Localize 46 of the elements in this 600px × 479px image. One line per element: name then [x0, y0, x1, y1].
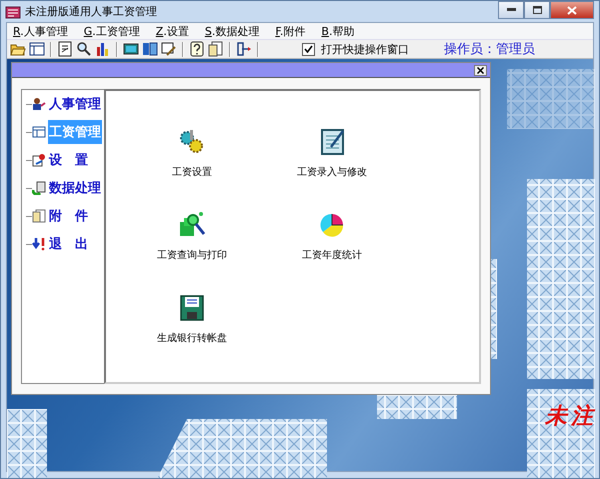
function-label[interactable]: 工资查询与打印 — [157, 248, 227, 262]
person-icon — [32, 97, 46, 111]
data-icon — [32, 181, 46, 195]
help-icon[interactable] — [189, 41, 205, 57]
form-icon[interactable] — [57, 41, 73, 57]
nav-item[interactable]: 数据处理 — [48, 176, 102, 200]
nav-item[interactable]: 附 件 — [48, 204, 89, 228]
nav-item[interactable]: 人事管理 — [48, 92, 102, 116]
function-label[interactable]: 生成银行转帐盘 — [157, 331, 227, 345]
unregistered-mark: 未注 — [545, 402, 597, 431]
panels-icon[interactable] — [142, 41, 158, 57]
table-icon — [32, 125, 46, 139]
window-title: 未注册版通用人事工资管理 — [25, 4, 158, 19]
menu-item[interactable]: Z.设置 — [156, 24, 189, 38]
document-icon — [32, 209, 46, 223]
menu-item[interactable]: F.附件 — [275, 24, 306, 38]
checkbox-label[interactable]: 打开快捷操作窗口 — [321, 42, 409, 56]
monitor-icon[interactable] — [123, 41, 139, 57]
edit-icon[interactable] — [161, 41, 177, 57]
menu-item[interactable]: G.工资管理 — [84, 24, 140, 38]
menu-item[interactable]: S.数据处理 — [204, 24, 260, 38]
function-label[interactable]: 工资设置 — [172, 165, 212, 179]
chart-icon[interactable] — [95, 41, 111, 57]
nav-item[interactable]: 设 置 — [48, 148, 89, 172]
function-label[interactable]: 工资年度统计 — [302, 248, 362, 262]
exit-icon[interactable] — [236, 41, 252, 57]
minimize-icon — [506, 8, 516, 12]
nav-item[interactable]: 退 出 — [48, 232, 89, 256]
maximize-button[interactable] — [524, 1, 550, 19]
close-icon — [567, 6, 577, 14]
function-label[interactable]: 工资录入与修改 — [297, 165, 367, 179]
menu-item[interactable]: R.人事管理 — [13, 24, 68, 38]
doc-icon[interactable] — [208, 41, 224, 57]
app-icon — [5, 4, 21, 20]
checkbox[interactable] — [302, 42, 315, 56]
table-icon[interactable] — [29, 41, 45, 57]
close-icon — [477, 66, 484, 74]
cube-pattern — [7, 409, 47, 478]
search-icon[interactable] — [76, 41, 92, 57]
operator-label: 操作员：管理员 — [444, 41, 535, 58]
exit-icon — [32, 237, 46, 251]
maximize-icon — [532, 6, 542, 14]
close-button[interactable] — [474, 64, 487, 76]
menu-item[interactable]: B.帮助 — [321, 24, 354, 38]
settings-icon — [32, 153, 46, 167]
minimize-button[interactable] — [498, 1, 524, 19]
